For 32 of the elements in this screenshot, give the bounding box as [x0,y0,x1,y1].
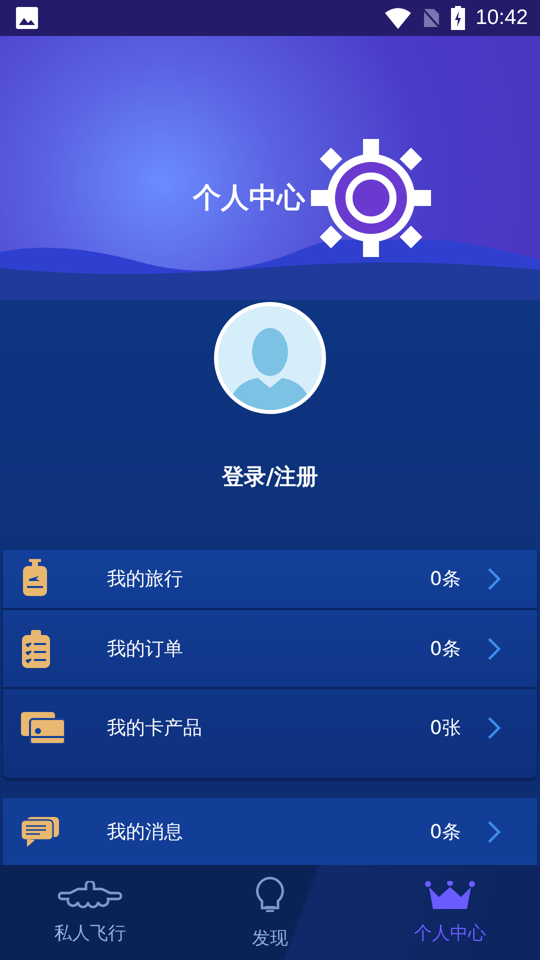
crown-icon [425,880,475,910]
menu-item[interactable]: 我的卡产品 0张 [3,689,537,766]
chat-bubbles-icon [21,816,59,846]
no-sim-icon [421,7,442,29]
menu-item-count: 0条 [430,567,461,592]
status-time: 10:42 [475,6,528,30]
menu-item-count: 0条 [430,820,461,844]
clipboard-icon [21,630,51,668]
wifi-icon [385,7,412,29]
menu-item[interactable]: 我的旅行 0条 [3,550,537,610]
menu-item-label: 我的消息 [107,820,184,844]
image-icon [16,7,38,29]
settings-icon[interactable] [311,139,431,257]
airplane-icon [58,880,122,910]
menu-item-count: 0张 [430,716,461,740]
chevron-right-icon [487,567,501,591]
page-title: 个人中心 [193,180,305,216]
tab[interactable]: 私人飞行 [0,865,180,960]
chevron-right-icon [487,820,501,844]
chevron-right-icon [487,716,501,740]
chevron-right-icon [487,636,501,660]
menu-item-label: 我的卡产品 [107,716,203,740]
tab[interactable]: 发现 [180,865,360,960]
messages-item[interactable]: 我的消息 0条 [3,798,537,865]
battery-charging-icon [451,6,466,30]
suitcase-icon [21,559,49,599]
menu-item-count: 0条 [430,636,461,662]
login-register-link[interactable]: 登录/注册 [222,462,318,492]
cards-icon [21,712,65,744]
menu-item[interactable]: 我的订单 0条 [3,610,537,689]
menu-item-label: 我的订单 [107,636,184,662]
menu-item-label: 我的旅行 [107,567,184,592]
